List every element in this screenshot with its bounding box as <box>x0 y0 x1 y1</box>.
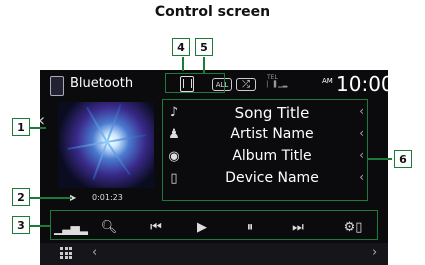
tel-status: TEL ▏▐ ▁▂ <box>267 74 287 88</box>
play-time: 0:01:23 <box>92 193 123 202</box>
callout-6-line <box>368 158 392 160</box>
shuffle-button[interactable]: ⤮ <box>236 78 256 91</box>
ampm-label: AM <box>322 77 333 85</box>
callout-3-frame <box>50 210 378 240</box>
source-label[interactable]: Bluetooth <box>70 76 133 91</box>
chevron-right-icon[interactable]: › <box>372 245 377 260</box>
callout-2-line <box>30 197 72 199</box>
clock: 10:00 <box>336 72 388 96</box>
menu-grid-icon[interactable] <box>60 247 72 259</box>
phone-icon <box>50 76 64 96</box>
callout-4-line <box>182 57 184 71</box>
page-caption: Control screen <box>154 4 271 20</box>
callout-2: 2 <box>12 188 30 206</box>
callout-1-line <box>30 127 46 129</box>
chevron-left-icon[interactable]: ‹ <box>92 245 97 260</box>
callout-1: 1 <box>12 118 30 136</box>
callout-4: 4 <box>172 38 190 56</box>
callout-5-line <box>203 57 205 73</box>
tel-label: TEL <box>267 74 278 81</box>
callout-5: 5 <box>195 38 213 56</box>
callout-3-line <box>30 225 50 227</box>
signal-indicator: ▏▐ ▁▂ <box>267 81 288 88</box>
album-artwork <box>58 102 154 188</box>
callout-6-frame <box>162 99 368 201</box>
callout-3: 3 <box>12 216 30 234</box>
callout-5-frame <box>165 73 225 93</box>
bottom-bar: ‹ › <box>40 243 388 265</box>
callout-6: 6 <box>394 150 412 168</box>
